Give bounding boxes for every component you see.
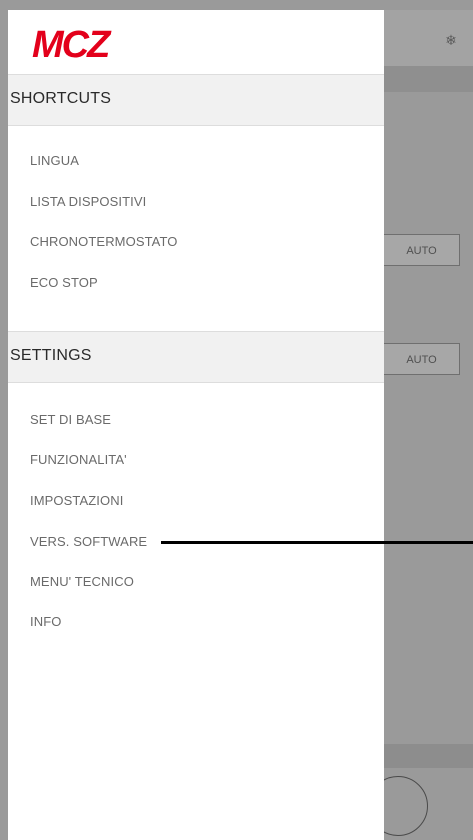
menu-item-lingua[interactable]: LINGUA	[30, 153, 79, 168]
shortcuts-title: SHORTCUTS	[10, 90, 112, 107]
navigation-drawer: MCZ SHORTCUTS LINGUA LISTA DISPOSITIVI C…	[8, 10, 384, 840]
auto-mode-button[interactable]: AUTO	[384, 234, 460, 266]
auto-mode-button[interactable]: AUTO	[384, 343, 460, 375]
callout-line	[161, 541, 473, 544]
snowflake-icon: ❄	[445, 32, 457, 48]
shortcuts-header: SHORTCUTS	[8, 74, 384, 126]
menu-item-impostazioni[interactable]: IMPOSTAZIONI	[30, 493, 123, 508]
menu-item-set-di-base[interactable]: SET DI BASE	[30, 412, 111, 427]
settings-title: SETTINGS	[10, 347, 92, 364]
menu-item-funzionalita[interactable]: FUNZIONALITA'	[30, 452, 127, 467]
menu-item-chronotermostato[interactable]: CHRONOTERMOSTATO	[30, 234, 178, 249]
background-bottom-strip	[384, 744, 473, 768]
mcz-logo: MCZ	[32, 24, 114, 64]
svg-text:MCZ: MCZ	[32, 24, 112, 64]
menu-item-menu-tecnico[interactable]: MENU' TECNICO	[30, 574, 134, 589]
menu-item-vers-software[interactable]: VERS. SOFTWARE	[30, 534, 147, 549]
menu-item-lista-dispositivi[interactable]: LISTA DISPOSITIVI	[30, 194, 146, 209]
menu-item-info[interactable]: INFO	[30, 614, 61, 629]
background-strip	[384, 66, 473, 92]
menu-item-eco-stop[interactable]: ECO STOP	[30, 275, 98, 290]
settings-header: SETTINGS	[8, 331, 384, 383]
